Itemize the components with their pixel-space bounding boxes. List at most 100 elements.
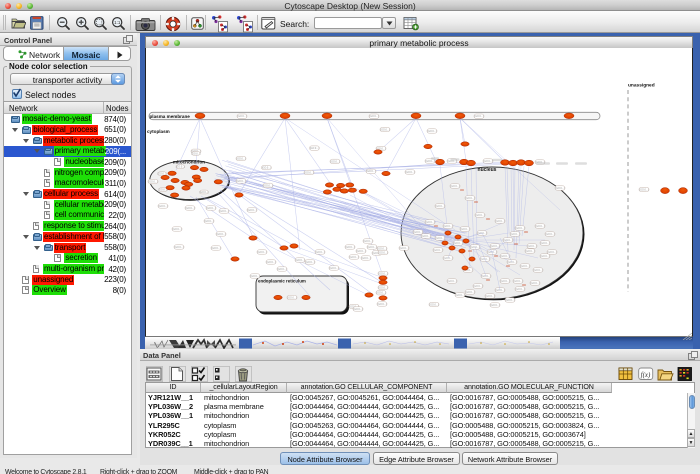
svg-text:[GO:0...]: [GO:0...] (481, 275, 490, 278)
svg-text:[GO:0...]: [GO:0...] (485, 295, 494, 298)
svg-text:[GO:0...]: [GO:0...] (172, 228, 181, 231)
svg-text:[GO:0...]: [GO:0...] (530, 282, 539, 285)
svg-text:[GO:0...]: [GO:0...] (377, 303, 386, 306)
svg-text:[GO:0...]: [GO:0...] (199, 191, 208, 194)
svg-text:[GO:0...]: [GO:0...] (266, 261, 275, 264)
svg-text:[GO:0...]: [GO:0...] (349, 256, 358, 259)
svg-text:[GO:0...]: [GO:0...] (425, 221, 434, 224)
svg-text:[GO:0...]: [GO:0...] (435, 205, 444, 208)
svg-text:[GO:0...]: [GO:0...] (329, 267, 338, 270)
svg-text:unassigned: unassigned (628, 83, 655, 89)
svg-text:[GO:0...]: [GO:0...] (547, 251, 556, 254)
svg-text:[GO:0...]: [GO:0...] (236, 180, 245, 183)
svg-text:[GO:0...]: [GO:0...] (433, 249, 442, 252)
svg-text:[GO:0...]: [GO:0...] (429, 303, 438, 306)
svg-text:[GO:0...]: [GO:0...] (535, 225, 544, 228)
svg-text:[GO:0...]: [GO:0...] (185, 207, 194, 210)
svg-text:[GO:0...]: [GO:0...] (237, 115, 246, 118)
svg-text:[GO:0...]: [GO:0...] (465, 291, 474, 294)
svg-text:[GO:0...]: [GO:0...] (247, 209, 256, 212)
svg-text:[GO:0...]: [GO:0...] (540, 242, 549, 245)
svg-text:[GO:0...]: [GO:0...] (211, 247, 220, 250)
svg-text:[GO:0...]: [GO:0...] (483, 160, 492, 163)
svg-text:[GO:0...]: [GO:0...] (490, 304, 499, 307)
svg-text:[GO:0...]: [GO:0...] (500, 280, 509, 283)
svg-text:1:1: 1:1 (114, 20, 121, 25)
svg-text:[GO:0...]: [GO:0...] (369, 115, 378, 118)
svg-text:[GO:0...]: [GO:0...] (505, 299, 514, 302)
svg-text:[GO:0...]: [GO:0...] (148, 180, 157, 183)
svg-text:[GO:0...]: [GO:0...] (361, 257, 370, 260)
svg-text:[GO:0...]: [GO:0...] (639, 188, 648, 191)
svg-text:[GO:0...]: [GO:0...] (503, 239, 512, 242)
svg-text:[GO:0...]: [GO:0...] (513, 280, 522, 283)
svg-text:[GO:0...]: [GO:0...] (525, 250, 534, 253)
svg-text:[GO:0...]: [GO:0...] (399, 247, 408, 250)
svg-text:[GO:0...]: [GO:0...] (380, 128, 389, 131)
svg-text:cytoplasm: cytoplasm (147, 129, 170, 134)
svg-text:[GO:0...]: [GO:0...] (250, 275, 259, 278)
svg-text:[GO:0...]: [GO:0...] (377, 247, 386, 250)
svg-text:f(x): f(x) (641, 371, 651, 379)
svg-text:[GO:0...]: [GO:0...] (460, 228, 469, 231)
svg-text:[GO:0...]: [GO:0...] (540, 255, 549, 258)
svg-text:[GO:0...]: [GO:0...] (474, 115, 483, 118)
svg-text:[GO:0...]: [GO:0...] (450, 185, 459, 188)
svg-text:[GO:0...]: [GO:0...] (421, 235, 430, 238)
svg-text:[GO:0...]: [GO:0...] (507, 261, 516, 264)
svg-text:[GO:0...]: [GO:0...] (287, 296, 296, 299)
svg-text:[GO:0...]: [GO:0...] (527, 245, 536, 248)
svg-text:[GO:0...]: [GO:0...] (277, 268, 286, 271)
svg-text:mitochondrion: mitochondrion (173, 160, 205, 165)
svg-text:[GO:0...]: [GO:0...] (520, 265, 529, 268)
svg-text:nucleus: nucleus (478, 167, 497, 173)
svg-text:[GO:0...]: [GO:0...] (405, 171, 414, 174)
svg-text:[GO:0...]: [GO:0...] (191, 152, 200, 155)
svg-text:[GO:0...]: [GO:0...] (545, 233, 554, 236)
svg-text:[GO:0...]: [GO:0...] (204, 220, 213, 223)
svg-text:endoplasmic reticulum: endoplasmic reticulum (258, 279, 306, 284)
svg-text:[GO:0...]: [GO:0...] (363, 240, 372, 243)
svg-text:[GO:0...]: [GO:0...] (475, 214, 484, 217)
svg-text:[GO:0...]: [GO:0...] (315, 251, 324, 254)
svg-text:[GO:0...]: [GO:0...] (356, 250, 365, 253)
svg-text:[GO:0...]: [GO:0...] (435, 237, 444, 240)
svg-text:[GO:0...]: [GO:0...] (219, 210, 228, 213)
svg-text:[GO:0...]: [GO:0...] (465, 197, 474, 200)
svg-text:[GO:0...]: [GO:0...] (353, 308, 362, 311)
svg-text:[GO:0...]: [GO:0...] (378, 251, 387, 254)
svg-text:[GO:0...]: [GO:0...] (453, 242, 462, 245)
svg-text:[GO:0...]: [GO:0...] (295, 259, 304, 262)
svg-text:[GO:0...]: [GO:0...] (304, 171, 313, 174)
svg-text:[GO:0...]: [GO:0...] (345, 246, 354, 249)
svg-text:[GO:0...]: [GO:0...] (515, 288, 524, 291)
svg-text:[GO:0...]: [GO:0...] (510, 233, 519, 236)
svg-text:[GO:0...]: [GO:0...] (533, 269, 542, 272)
svg-text:[GO:0...]: [GO:0...] (378, 286, 387, 289)
svg-text:[GO:0...]: [GO:0...] (216, 233, 225, 236)
svg-text:[GO:0...]: [GO:0...] (257, 251, 266, 254)
svg-text:[GO:0...]: [GO:0...] (158, 205, 167, 208)
svg-text:[GO:0...]: [GO:0...] (262, 167, 271, 170)
svg-text:[GO:0...]: [GO:0...] (495, 289, 504, 292)
svg-text:plasma membrane: plasma membrane (150, 114, 191, 119)
svg-text:[GO:0...]: [GO:0...] (413, 231, 422, 234)
svg-text:[GO:0...]: [GO:0...] (425, 160, 434, 163)
svg-text:[GO:0...]: [GO:0...] (305, 261, 314, 264)
svg-text:[GO:0...]: [GO:0...] (174, 246, 183, 249)
svg-text:[GO:0...]: [GO:0...] (427, 130, 436, 133)
svg-text:[GO:0...]: [GO:0...] (443, 225, 452, 228)
svg-text:[GO:0...]: [GO:0...] (367, 246, 376, 249)
svg-text:[GO:0...]: [GO:0...] (330, 160, 339, 163)
svg-text:[GO:0...]: [GO:0...] (310, 147, 319, 150)
svg-text:[GO:0...]: [GO:0...] (176, 166, 185, 169)
svg-text:[GO:0...]: [GO:0...] (473, 285, 482, 288)
svg-text:[GO:0...]: [GO:0...] (515, 227, 524, 230)
svg-text:[GO:0...]: [GO:0...] (455, 294, 464, 297)
svg-text:[GO:0...]: [GO:0...] (366, 170, 375, 173)
svg-text:[GO:0...]: [GO:0...] (263, 184, 272, 187)
svg-text:[GO:0...]: [GO:0...] (495, 220, 504, 223)
svg-text:[GO:0...]: [GO:0...] (376, 292, 385, 295)
svg-text:[GO:0...]: [GO:0...] (206, 207, 215, 210)
svg-text:[GO:0...]: [GO:0...] (236, 157, 245, 160)
